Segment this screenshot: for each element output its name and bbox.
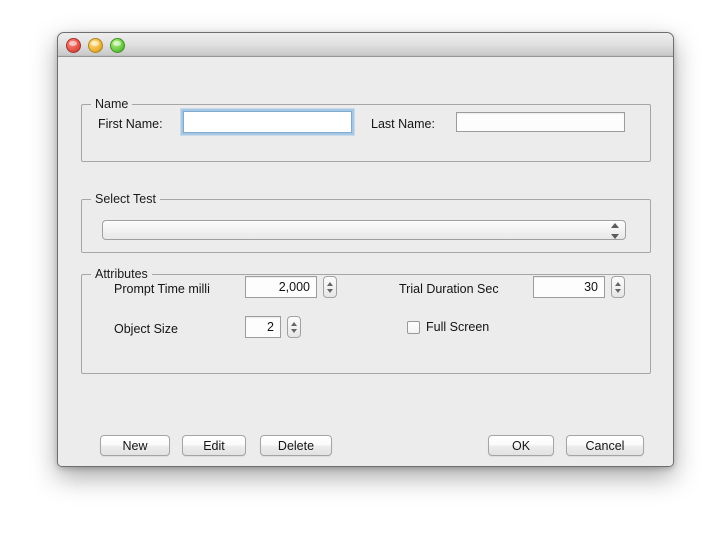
zoom-button-icon[interactable] [110,38,125,53]
delete-button[interactable]: Delete [260,435,332,456]
first-name-input[interactable] [183,111,352,133]
trial-duration-label: Trial Duration Sec [399,282,499,296]
object-size-input[interactable] [245,316,281,338]
full-screen-checkbox-row[interactable]: Full Screen [407,320,489,334]
last-name-input[interactable] [456,112,625,132]
object-size-label: Object Size [114,322,178,336]
window-titlebar[interactable] [58,33,673,57]
edit-button[interactable]: Edit [182,435,246,456]
name-group-legend: Name [91,97,133,111]
trial-duration-input[interactable] [533,276,605,298]
window-body: Name First Name: Last Name: Select Test … [58,57,673,466]
trial-duration-stepper[interactable] [611,276,625,298]
prompt-time-stepper[interactable] [323,276,337,298]
prompt-time-input[interactable] [245,276,317,298]
cancel-button[interactable]: Cancel [566,435,644,456]
prompt-time-label: Prompt Time milli [114,282,210,296]
select-test-group-legend: Select Test [91,192,160,206]
close-button-icon[interactable] [66,38,81,53]
new-button[interactable]: New [100,435,170,456]
minimize-button-icon[interactable] [88,38,103,53]
object-size-stepper[interactable] [287,316,301,338]
window-controls [66,38,125,53]
full-screen-checkbox[interactable] [407,320,420,334]
full-screen-label: Full Screen [426,320,490,334]
ok-button[interactable]: OK [488,435,554,456]
screen: Name First Name: Last Name: Select Test … [0,0,728,546]
chevron-updown-icon [608,223,621,239]
last-name-label: Last Name: [371,117,435,131]
dialog-window: Name First Name: Last Name: Select Test … [57,32,674,467]
attributes-group-legend: Attributes [91,267,152,281]
first-name-label: First Name: [98,117,163,131]
select-test-combobox[interactable] [102,220,626,240]
